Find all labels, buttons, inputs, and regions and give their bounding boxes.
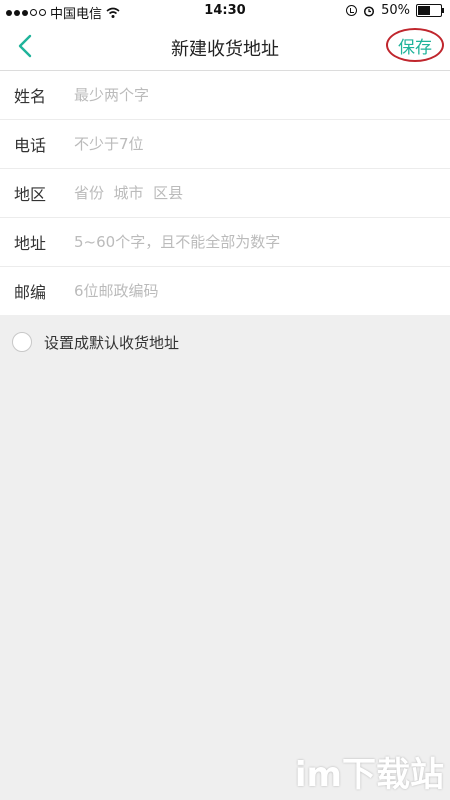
save-button[interactable]: 保存 — [386, 28, 444, 62]
watermark-logo: im下载站 — [294, 755, 444, 795]
alarm-clock-icon — [364, 5, 375, 17]
battery-icon — [416, 4, 444, 17]
region-label: 地区 — [14, 185, 47, 204]
status-right: 50% — [346, 3, 444, 18]
form-row-zip: 邮编 — [0, 267, 450, 315]
form-row-region: 地区 — [0, 169, 450, 218]
default-address-toggle[interactable]: 设置成默认收货地址 — [0, 315, 450, 369]
phone-input[interactable] — [74, 135, 450, 153]
region-input[interactable] — [74, 184, 450, 202]
zip-label: 邮编 — [14, 283, 47, 302]
page-title: 新建收货地址 — [171, 39, 279, 60]
default-address-radio[interactable] — [12, 332, 32, 352]
form-row-name: 姓名 — [0, 71, 450, 120]
battery-percent: 50% — [381, 3, 410, 18]
orientation-lock-icon — [346, 5, 358, 16]
address-input[interactable] — [74, 233, 450, 251]
status-bar: 中国电信 14:30 50% — [0, 0, 450, 22]
default-address-label: 设置成默认收货地址 — [44, 333, 180, 352]
form-row-address: 地址 — [0, 218, 450, 267]
navigation-bar: 新建收货地址 保存 — [0, 22, 450, 71]
name-input[interactable] — [74, 86, 450, 104]
battery-fill — [418, 6, 430, 15]
address-label: 地址 — [14, 234, 47, 253]
zip-input[interactable] — [74, 282, 450, 300]
address-form: 姓名 电话 地区 地址 邮编 — [0, 71, 450, 315]
phone-label: 电话 — [14, 136, 47, 155]
name-label: 姓名 — [14, 87, 47, 106]
form-row-phone: 电话 — [0, 120, 450, 169]
